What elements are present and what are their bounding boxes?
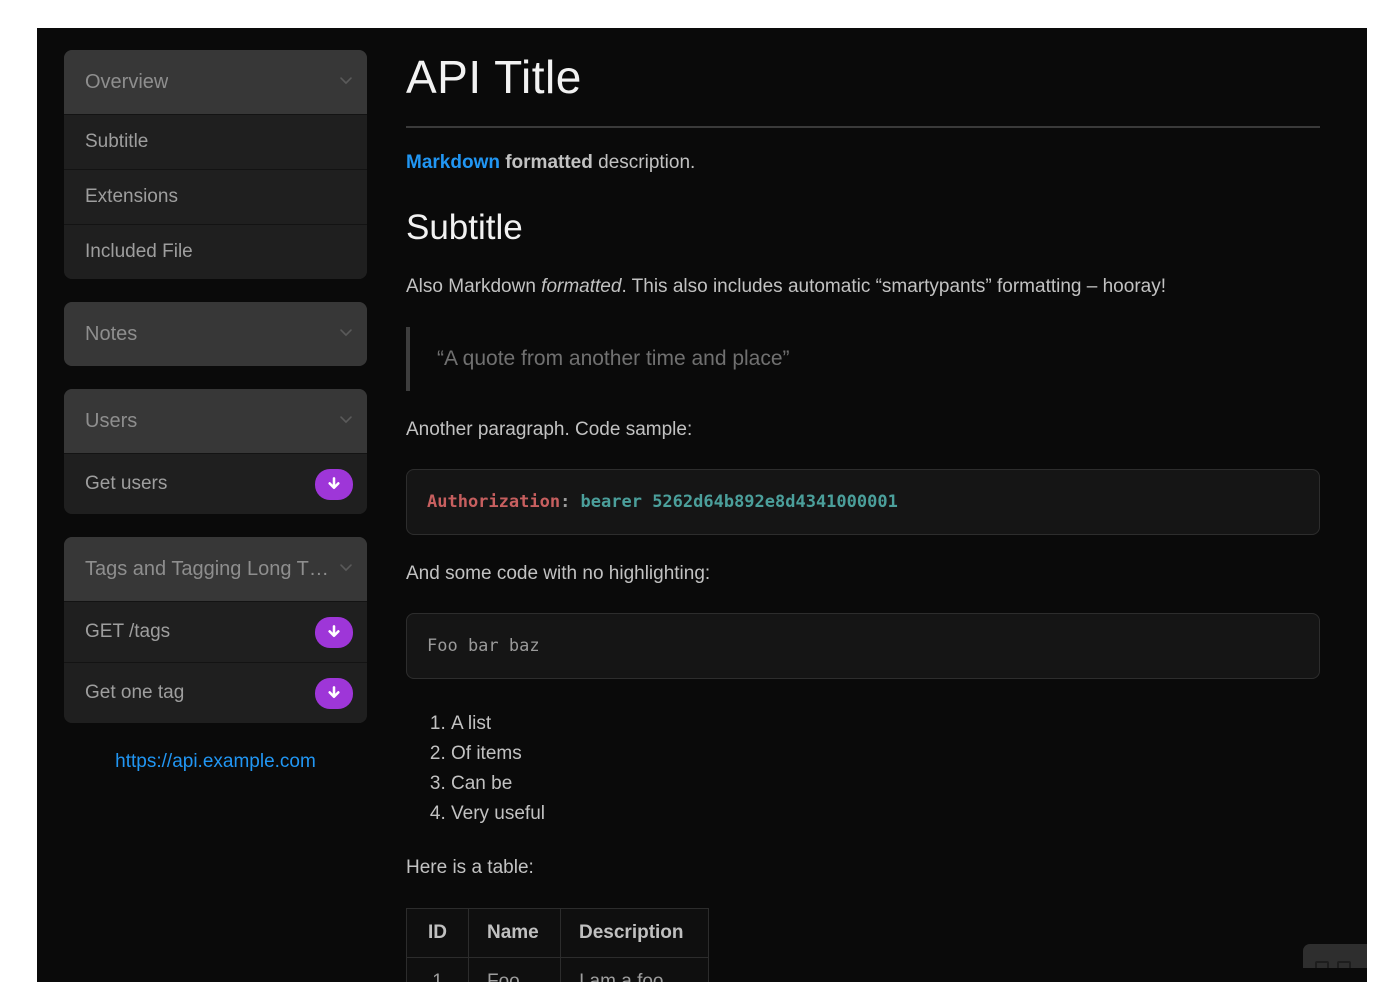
- page-title: API Title: [406, 50, 1320, 104]
- nav-group-users: Users Get users: [64, 389, 367, 514]
- nav-group-title: Overview: [85, 71, 168, 94]
- title-divider: [406, 126, 1320, 128]
- nav-group-title: Notes: [85, 323, 137, 346]
- markdown-link[interactable]: Markdown: [406, 152, 500, 173]
- list-item: Can be: [451, 769, 1320, 799]
- italic-text: formatted: [541, 276, 621, 297]
- sidebar-item-label: Included File: [85, 241, 193, 263]
- sidebar-item-label: Get one tag: [85, 682, 184, 704]
- chevron-down-icon: [339, 413, 353, 427]
- chevron-down-icon: [339, 561, 353, 575]
- method-badge-button[interactable]: [315, 617, 353, 648]
- api-docs-app: Overview Subtitle Extensions Included Fi…: [37, 28, 1367, 982]
- data-table: ID Name Description 1 Foo I am a foo.: [406, 908, 709, 982]
- sidebar: Overview Subtitle Extensions Included Fi…: [64, 50, 367, 773]
- blockquote: “A quote from another time and place”: [406, 327, 1320, 391]
- ordered-list: A list Of items Can be Very useful: [406, 709, 1320, 829]
- sidebar-item-label: Get users: [85, 473, 167, 495]
- description-bold: formatted: [505, 152, 593, 173]
- method-badge-button[interactable]: [315, 469, 353, 500]
- code-token-separator: :: [560, 492, 580, 512]
- plain-code-intro: And some code with no highlighting:: [406, 561, 1320, 587]
- list-item: Of items: [451, 739, 1320, 769]
- section-title-subtitle: Subtitle: [406, 208, 1320, 248]
- down-arrow-icon: [325, 475, 343, 493]
- corner-overlay-button[interactable]: [1303, 944, 1367, 968]
- table-intro: Here is a table:: [406, 855, 1320, 881]
- nav-group-header-notes[interactable]: Notes: [64, 302, 367, 366]
- main-content: API Title Markdown formatted description…: [406, 28, 1320, 982]
- code-token-value: bearer 5262d64b892e8d4341000001: [581, 492, 898, 512]
- table-header-row: ID Name Description: [407, 909, 709, 958]
- table-cell-name: Foo: [469, 958, 561, 982]
- table-cell-description: I am a foo.: [561, 958, 709, 982]
- code-sample-intro: Another paragraph. Code sample:: [406, 417, 1320, 443]
- table-header-id: ID: [407, 909, 469, 958]
- table-header-name: Name: [469, 909, 561, 958]
- sidebar-item-get-one-tag[interactable]: Get one tag: [64, 662, 367, 723]
- sidebar-item-label: Subtitle: [85, 131, 148, 153]
- sidebar-item-get-users[interactable]: Get users: [64, 453, 367, 514]
- nav-group-header-overview[interactable]: Overview: [64, 50, 367, 114]
- nav-group-tags: Tags and Tagging Long T… GET /tags Get o…: [64, 537, 367, 723]
- table-cell-id: 1: [407, 958, 469, 982]
- sidebar-item-get-tags[interactable]: GET /tags: [64, 601, 367, 662]
- quote-text: “A quote from another time and place”: [437, 347, 790, 370]
- nav-group-title: Users: [85, 410, 137, 433]
- window-icon: [1337, 961, 1351, 968]
- code-block-highlighted: Authorization: bearer 5262d64b892e8d4341…: [406, 469, 1320, 535]
- code-block-plain: Foo bar baz: [406, 613, 1320, 679]
- table-header-description: Description: [561, 909, 709, 958]
- sidebar-item-subtitle[interactable]: Subtitle: [64, 114, 367, 169]
- code-token-key: Authorization: [427, 492, 560, 512]
- window-icon: [1315, 961, 1329, 968]
- api-host-link[interactable]: https://api.example.com: [64, 751, 367, 773]
- nav-group-header-users[interactable]: Users: [64, 389, 367, 453]
- nav-group-title: Tags and Tagging Long T…: [85, 558, 329, 581]
- list-item: Very useful: [451, 799, 1320, 829]
- sidebar-item-label: GET /tags: [85, 621, 170, 643]
- table-row: 1 Foo I am a foo.: [407, 958, 709, 982]
- chevron-down-icon: [339, 74, 353, 88]
- down-arrow-icon: [325, 623, 343, 641]
- api-description: Markdown formatted description.: [406, 150, 1320, 176]
- sidebar-item-extensions[interactable]: Extensions: [64, 169, 367, 224]
- list-item: A list: [451, 709, 1320, 739]
- method-badge-button[interactable]: [315, 678, 353, 709]
- markdown-paragraph: Also Markdown formatted. This also inclu…: [406, 274, 1320, 300]
- chevron-down-icon: [339, 326, 353, 340]
- sidebar-item-included-file[interactable]: Included File: [64, 224, 367, 279]
- nav-group-notes: Notes: [64, 302, 367, 366]
- sidebar-item-label: Extensions: [85, 186, 178, 208]
- description-text: description.: [598, 152, 695, 173]
- nav-group-header-tags[interactable]: Tags and Tagging Long T…: [64, 537, 367, 601]
- nav-group-overview: Overview Subtitle Extensions Included Fi…: [64, 50, 367, 279]
- down-arrow-icon: [325, 684, 343, 702]
